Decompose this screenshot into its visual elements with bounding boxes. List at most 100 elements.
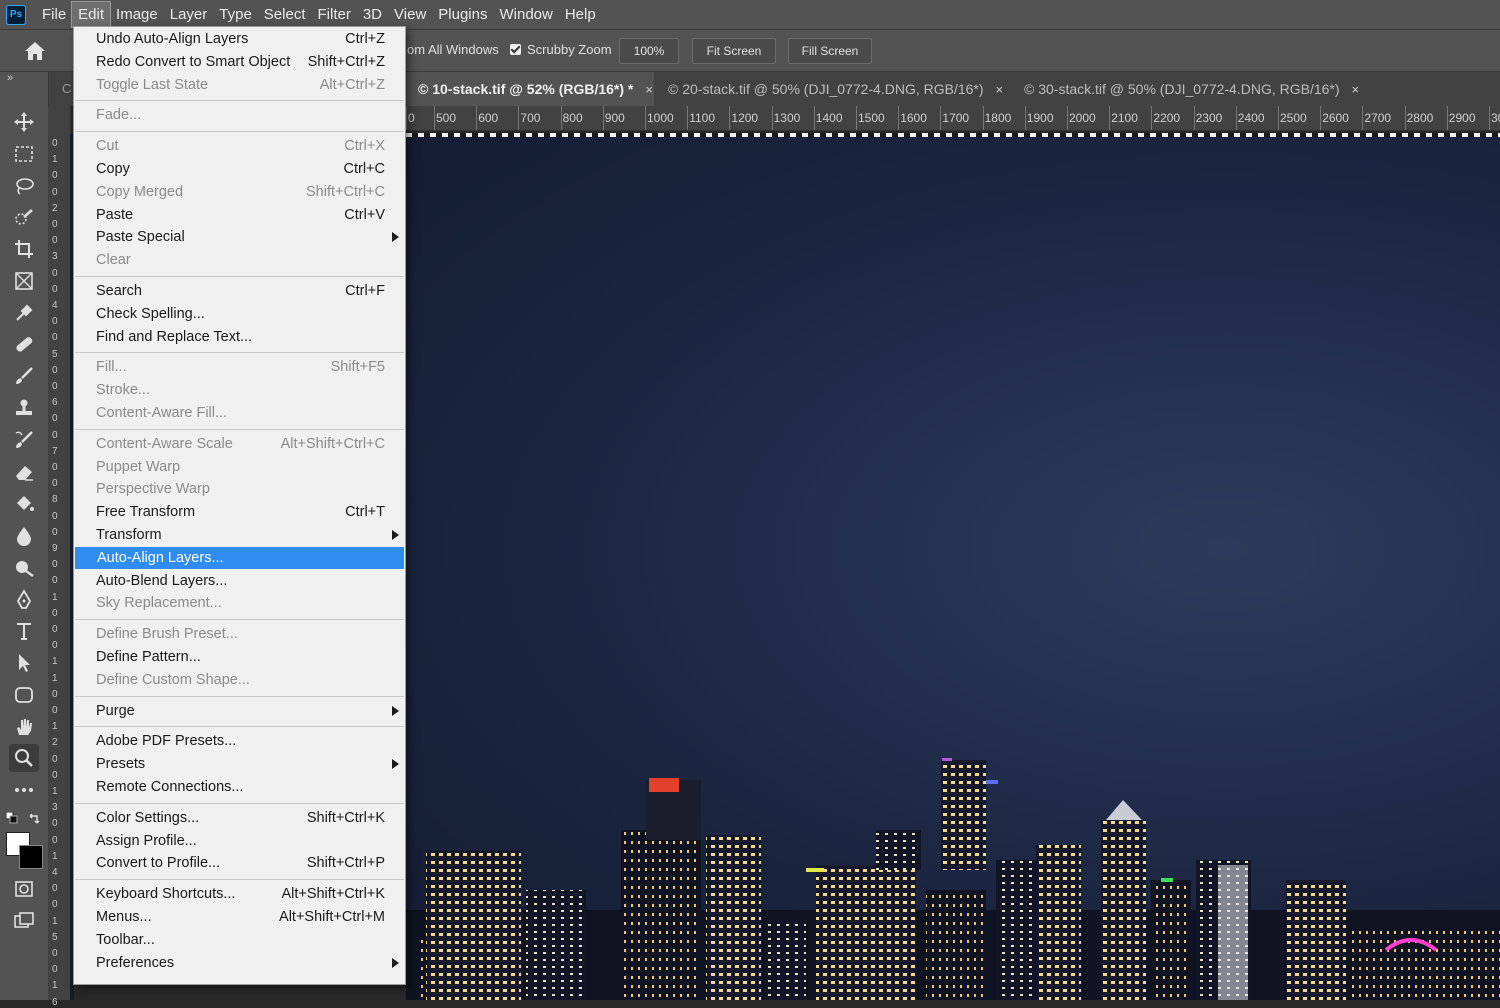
menu-help[interactable]: Help	[559, 2, 602, 27]
ruler-label: 0	[52, 170, 58, 182]
ruler-label: 1	[52, 850, 58, 862]
menu-item-paste[interactable]: Paste Ctrl+V	[74, 204, 405, 226]
more-tools[interactable]	[9, 776, 39, 804]
menu-item-preferences[interactable]: Preferences	[74, 952, 405, 974]
menu-separator	[75, 879, 404, 881]
menu-type[interactable]: Type	[213, 2, 258, 27]
dodge-tool[interactable]	[9, 554, 39, 582]
menu-window[interactable]: Window	[493, 2, 558, 27]
screen-mode-button[interactable]	[9, 907, 39, 935]
menu-item-convert-to-profile[interactable]: Convert to Profile... Shift+Ctrl+P	[74, 852, 405, 874]
brush-tool[interactable]	[9, 362, 39, 390]
scrubby-zoom-option[interactable]: Scrubby Zoom	[510, 42, 612, 57]
menu-item-label: Stroke...	[96, 382, 150, 399]
menu-view[interactable]: View	[388, 2, 432, 27]
menu-item-purge[interactable]: Purge	[74, 700, 405, 722]
ruler-label: 0	[52, 381, 58, 392]
menu-plugins[interactable]: Plugins	[432, 2, 493, 27]
menu-item-auto-align-layers[interactable]: Auto-Align Layers...	[75, 546, 404, 569]
menu-edit[interactable]: Edit	[71, 1, 112, 28]
path-select-tool[interactable]	[9, 649, 39, 677]
tab-20-stack[interactable]: © 20-stack.tif @ 50% (DJI_0772-4.DNG, RG…	[656, 72, 1010, 106]
menu-item-auto-blend-layers[interactable]: Auto-Blend Layers...	[74, 570, 405, 592]
menu-item-copy[interactable]: Copy Ctrl+C	[74, 158, 405, 180]
default-colors-icon[interactable]	[6, 812, 18, 824]
menu-item-assign-profile[interactable]: Assign Profile...	[74, 830, 405, 852]
menu-item-paste-special[interactable]: Paste Special	[74, 226, 405, 248]
swap-colors-icon[interactable]	[28, 812, 41, 825]
document-canvas[interactable]	[406, 134, 1500, 1000]
menu-item-define-pattern[interactable]: Define Pattern...	[74, 646, 405, 668]
type-tool[interactable]	[9, 617, 39, 645]
blur-tool[interactable]	[9, 522, 39, 550]
menu-item-label: Check Spelling...	[96, 305, 205, 322]
menu-3d[interactable]: 3D	[357, 2, 388, 27]
menu-file[interactable]: File	[36, 2, 72, 27]
menu-item-label: Transform	[96, 527, 162, 543]
frame-icon	[15, 272, 33, 290]
menu-item-clear: Clear	[74, 249, 405, 271]
menu-layer[interactable]: Layer	[164, 2, 214, 27]
photoshop-logo-icon[interactable]: Ps	[6, 4, 26, 25]
healing-icon	[16, 337, 33, 352]
ruler-label: 4	[52, 300, 58, 311]
menu-item-free-transform[interactable]: Free Transform Ctrl+T	[74, 501, 405, 523]
zoom-tool[interactable]	[9, 744, 39, 772]
ruler-label: 2000	[1069, 111, 1096, 125]
scrubby-zoom-checkbox[interactable]	[510, 44, 521, 55]
menu-item-label: Copy	[96, 161, 130, 177]
ruler-label: 0	[52, 186, 58, 198]
menu-item-toolbar[interactable]: Toolbar...	[74, 929, 405, 951]
menu-item-adobe-pdf-presets[interactable]: Adobe PDF Presets...	[74, 730, 405, 752]
menu-item-find-and-replace-text[interactable]: Find and Replace Text...	[74, 326, 405, 348]
menu-item-label: Preferences	[96, 954, 175, 971]
tab-close-icon[interactable]: ×	[1352, 82, 1360, 97]
menu-item-remote-connections[interactable]: Remote Connections...	[74, 776, 405, 798]
history-brush-tool[interactable]	[9, 426, 39, 454]
menu-item-transform[interactable]: Transform	[74, 524, 405, 546]
pen-tool[interactable]	[9, 586, 39, 614]
eyedropper-tool[interactable]	[9, 299, 39, 327]
quick-mask-button[interactable]	[9, 875, 39, 903]
menu-item-keyboard-shortcuts[interactable]: Keyboard Shortcuts... Alt+Shift+Ctrl+K	[74, 883, 405, 905]
lasso-tool[interactable]	[9, 172, 39, 200]
menu-item-menus[interactable]: Menus... Alt+Shift+Ctrl+M	[74, 906, 405, 928]
partial-tab-label[interactable]: C	[62, 81, 71, 96]
healing-tool[interactable]	[9, 330, 39, 358]
quick-select-tool[interactable]	[9, 204, 39, 232]
stamp-tool[interactable]	[9, 394, 39, 422]
menu-item-search[interactable]: Search Ctrl+F	[74, 280, 405, 302]
menu-image[interactable]: Image	[110, 2, 164, 27]
fit-screen-button[interactable]: Fit Screen	[692, 38, 776, 64]
fill-screen-button[interactable]: Fill Screen	[788, 38, 872, 64]
tab-10-stack[interactable]: © 10-stack.tif @ 52% (RGB/16*) * ×	[406, 72, 654, 106]
background-color-swatch[interactable]	[19, 845, 43, 869]
menu-separator	[75, 100, 404, 102]
shape-tool[interactable]	[9, 681, 39, 709]
frame-tool[interactable]	[9, 267, 39, 295]
tab-30-stack[interactable]: © 30-stack.tif @ 50% (DJI_0772-4.DNG, RG…	[1012, 72, 1372, 106]
tab-close-icon[interactable]: ×	[645, 82, 653, 97]
eraser-tool[interactable]	[9, 458, 39, 486]
zoom-all-windows-option[interactable]: om All Windows	[407, 42, 499, 57]
tab-close-icon[interactable]: ×	[996, 82, 1004, 97]
menu-item-presets[interactable]: Presets	[74, 753, 405, 775]
marquee-tool[interactable]	[9, 140, 39, 168]
hand-tool[interactable]	[9, 713, 39, 741]
home-button[interactable]	[13, 38, 57, 64]
move-tool[interactable]	[9, 108, 39, 136]
menu-item-undo-auto-align-layers[interactable]: Undo Auto-Align Layers Ctrl+Z	[74, 28, 405, 50]
ruler-tick	[434, 106, 435, 130]
ruler-label: 800	[562, 111, 583, 125]
swatch-controls[interactable]	[6, 812, 42, 828]
menu-filter[interactable]: Filter	[312, 2, 357, 27]
zoom-100-button[interactable]: 100%	[619, 38, 679, 64]
menu-item-color-settings[interactable]: Color Settings... Shift+Ctrl+K	[74, 807, 405, 829]
crop-tool[interactable]	[9, 235, 39, 263]
ruler-label: 0	[52, 364, 58, 376]
menu-item-check-spelling[interactable]: Check Spelling...	[74, 303, 405, 325]
menu-item-redo-convert-to-smart-object[interactable]: Redo Convert to Smart Object Shift+Ctrl+Z	[74, 51, 405, 73]
paint-bucket-tool[interactable]	[9, 490, 39, 518]
menu-select[interactable]: Select	[258, 2, 312, 27]
toolbar-collapse-icon[interactable]: »	[7, 72, 13, 84]
